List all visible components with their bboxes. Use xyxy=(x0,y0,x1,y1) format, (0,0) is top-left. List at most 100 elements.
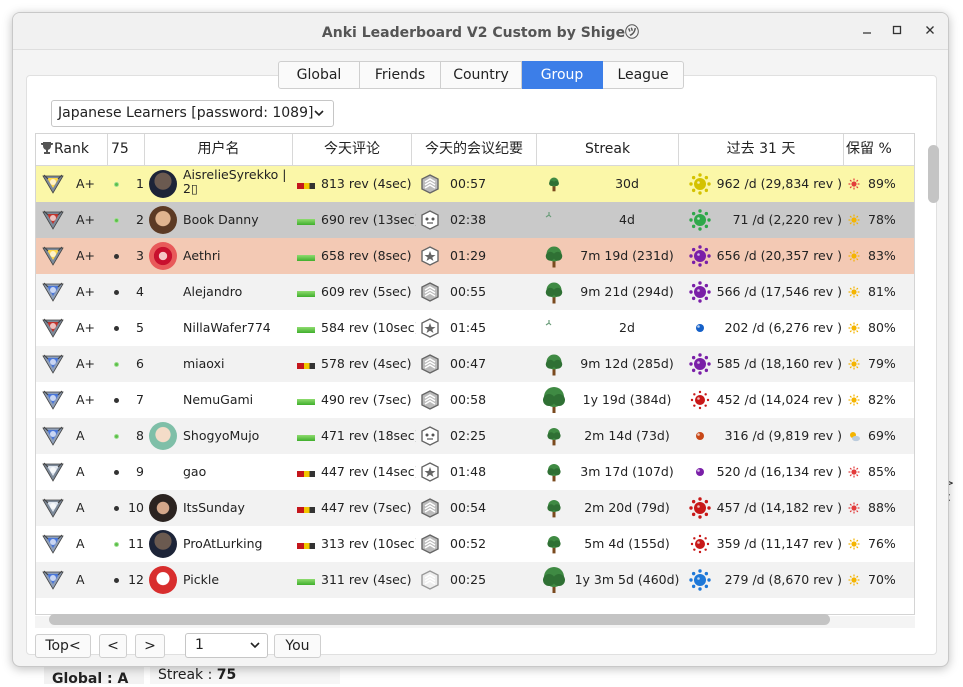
table-row[interactable]: A+ 6 miaoxi 578 rev (4sec) 00:47 9m 12d (285d… xyxy=(36,346,914,382)
streak-value: 2m 14d (73d) xyxy=(584,428,670,443)
col-header-minutes-today[interactable]: 今天的会议纪要 xyxy=(412,134,537,166)
table-row[interactable]: A 8 ShogyoMujo 471 rev (18sec) 02:25 2m 14d (… xyxy=(36,418,914,454)
table-row[interactable]: A 11 ProAtLurking 313 rev (10sec) 00:52 5m 4d… xyxy=(36,526,914,562)
activity-orb-icon xyxy=(688,280,712,307)
minutes-today: 00:55 xyxy=(450,284,487,299)
next-page-button[interactable]: > xyxy=(135,634,165,658)
streak-value: 30d xyxy=(615,176,639,191)
online-status-icon xyxy=(114,542,119,547)
session-icon xyxy=(420,174,440,194)
vertical-scrollbar-thumb[interactable] xyxy=(928,145,939,203)
reviews-today: 490 rev (7sec) xyxy=(321,392,412,407)
col-header-count[interactable]: 75 xyxy=(108,134,145,166)
retention-sun-icon xyxy=(848,322,860,334)
you-button[interactable]: You xyxy=(274,634,321,658)
past-31-days: 316 /d (9,819 rev ) xyxy=(724,428,842,443)
table-row[interactable]: A+ 3 Aethri 658 rev (8sec) 01:29 7m 19d (231d… xyxy=(36,238,914,274)
streak-value: 2d xyxy=(619,320,635,335)
prev-page-button[interactable]: < xyxy=(99,634,127,658)
streak-tree-icon xyxy=(542,172,566,199)
col-header-reviews-today[interactable]: 今天评论 xyxy=(293,134,412,166)
username[interactable]: Book Danny xyxy=(183,202,293,238)
table-row[interactable]: A 12 Pickle 311 rev (4sec) 00:25 1y 3m 5d (46… xyxy=(36,562,914,598)
activity-orb-icon xyxy=(688,172,712,199)
leaderboard-window: Anki Leaderboard V2 Custom by Shige㋡ Glo… xyxy=(12,12,949,667)
username[interactable]: NillaWafer774 xyxy=(183,310,293,346)
streak-value: 7m 19d (231d) xyxy=(580,248,674,263)
avatar xyxy=(149,494,177,522)
table-row[interactable]: A+ 1 AisrelieSyrekko | 2▯ 813 rev (4sec) 00:… xyxy=(36,166,914,202)
username[interactable]: ShogyoMujo xyxy=(183,418,293,454)
retention-sun-icon xyxy=(848,574,860,586)
league-label: A+ xyxy=(76,212,96,227)
page-select[interactable]: 1 xyxy=(185,633,268,658)
tab-group[interactable]: Group xyxy=(522,61,603,89)
tab-global[interactable]: Global xyxy=(278,61,360,89)
online-status-icon xyxy=(114,218,119,223)
username[interactable]: Aethri xyxy=(183,238,293,274)
close-icon[interactable] xyxy=(919,21,941,43)
table-row[interactable]: A+ 7 NemuGami 490 rev (7sec) 00:58 1y 19d (38… xyxy=(36,382,914,418)
col-header-rank[interactable]: Rank xyxy=(36,134,108,166)
streak-tree-icon xyxy=(542,280,566,307)
past-31-days: 71 /d (2,220 rev ) xyxy=(732,212,842,227)
reviews-bar xyxy=(297,399,315,405)
past-31-days: 962 /d (29,834 rev ) xyxy=(716,176,842,191)
retention: 70% xyxy=(868,572,896,587)
table-row[interactable]: A+ 5 NillaWafer774 584 rev (10sec) 01:45 2d 20… xyxy=(36,310,914,346)
username[interactable]: ProAtLurking xyxy=(183,526,293,562)
username[interactable]: Alejandro xyxy=(183,274,293,310)
tab-friends[interactable]: Friends xyxy=(360,61,441,89)
group-select[interactable]: Japanese Learners [password: 1089] xyxy=(51,100,334,127)
reviews-today: 584 rev (10sec) xyxy=(321,320,416,335)
table-row[interactable]: A 9 gao 447 rev (14sec) 01:48 3m 17d (107d) 52… xyxy=(36,454,914,490)
streak-tree-icon xyxy=(542,208,566,235)
streak-tree-icon xyxy=(542,387,568,416)
leaderboard-table[interactable]: Rank 75 用户名 今天评论 今天的会议纪要 Streak 过去 31 天 … xyxy=(35,133,915,615)
background-global-label: Global : A xyxy=(52,671,129,687)
col-header-past-31-days[interactable]: 过去 31 天 xyxy=(679,134,844,166)
titlebar[interactable]: Anki Leaderboard V2 Custom by Shige㋡ xyxy=(13,13,948,50)
retention-sun-icon xyxy=(848,430,860,442)
session-icon xyxy=(420,390,440,410)
offline-status-icon xyxy=(114,254,119,259)
username[interactable]: AisrelieSyrekko | 2▯ xyxy=(183,166,293,202)
rank-number: 7 xyxy=(136,392,144,407)
username[interactable]: Pickle xyxy=(183,562,293,598)
username[interactable]: miaoxi xyxy=(183,346,293,382)
reviews-today: 658 rev (8sec) xyxy=(321,248,412,263)
activity-orb-icon xyxy=(688,424,712,451)
col-header-streak[interactable]: Streak xyxy=(537,134,679,166)
minutes-today: 01:48 xyxy=(450,464,487,479)
top-button[interactable]: Top< xyxy=(35,634,91,658)
minimize-icon[interactable] xyxy=(856,21,878,43)
background-streak-value: 75 xyxy=(216,667,237,683)
col-header-retention[interactable]: 保留 % xyxy=(844,134,914,166)
streak-tree-icon xyxy=(542,532,566,559)
retention: 88% xyxy=(868,500,896,515)
past-31-days: 279 /d (8,670 rev ) xyxy=(724,572,842,587)
table-row[interactable]: A+ 2 Book Danny 690 rev (13sec) 02:38 4d 71 /d… xyxy=(36,202,914,238)
username[interactable]: NemuGami xyxy=(183,382,293,418)
maximize-icon[interactable] xyxy=(886,21,908,43)
retention-sun-icon xyxy=(848,502,860,514)
username[interactable]: gao xyxy=(183,454,293,490)
past-31-days: 457 /d (14,182 rev ) xyxy=(716,500,842,515)
retention-sun-icon xyxy=(848,250,860,262)
col-header-username[interactable]: 用户名 xyxy=(145,134,293,166)
table-row[interactable]: A 10 ItsSunday 447 rev (7sec) 00:54 2m 20d (7… xyxy=(36,490,914,526)
background-streak-label: Streak : xyxy=(158,667,217,683)
league-label: A xyxy=(76,464,85,479)
reviews-bar xyxy=(297,219,315,225)
horizontal-scrollbar-thumb[interactable] xyxy=(49,614,830,625)
table-row[interactable]: A+ 4 Alejandro 609 rev (5sec) 00:55 9m 21d (2… xyxy=(36,274,914,310)
username[interactable]: ItsSunday xyxy=(183,490,293,526)
league-label: A+ xyxy=(76,284,96,299)
tab-country[interactable]: Country xyxy=(441,61,522,89)
table-header: Rank 75 用户名 今天评论 今天的会议纪要 Streak 过去 31 天 … xyxy=(36,134,914,166)
tab-league[interactable]: League xyxy=(603,61,684,89)
streak-tree-icon xyxy=(542,352,566,379)
avatar xyxy=(149,206,177,234)
league-badge-icon xyxy=(42,461,64,483)
reviews-today: 471 rev (18sec) xyxy=(321,428,416,443)
